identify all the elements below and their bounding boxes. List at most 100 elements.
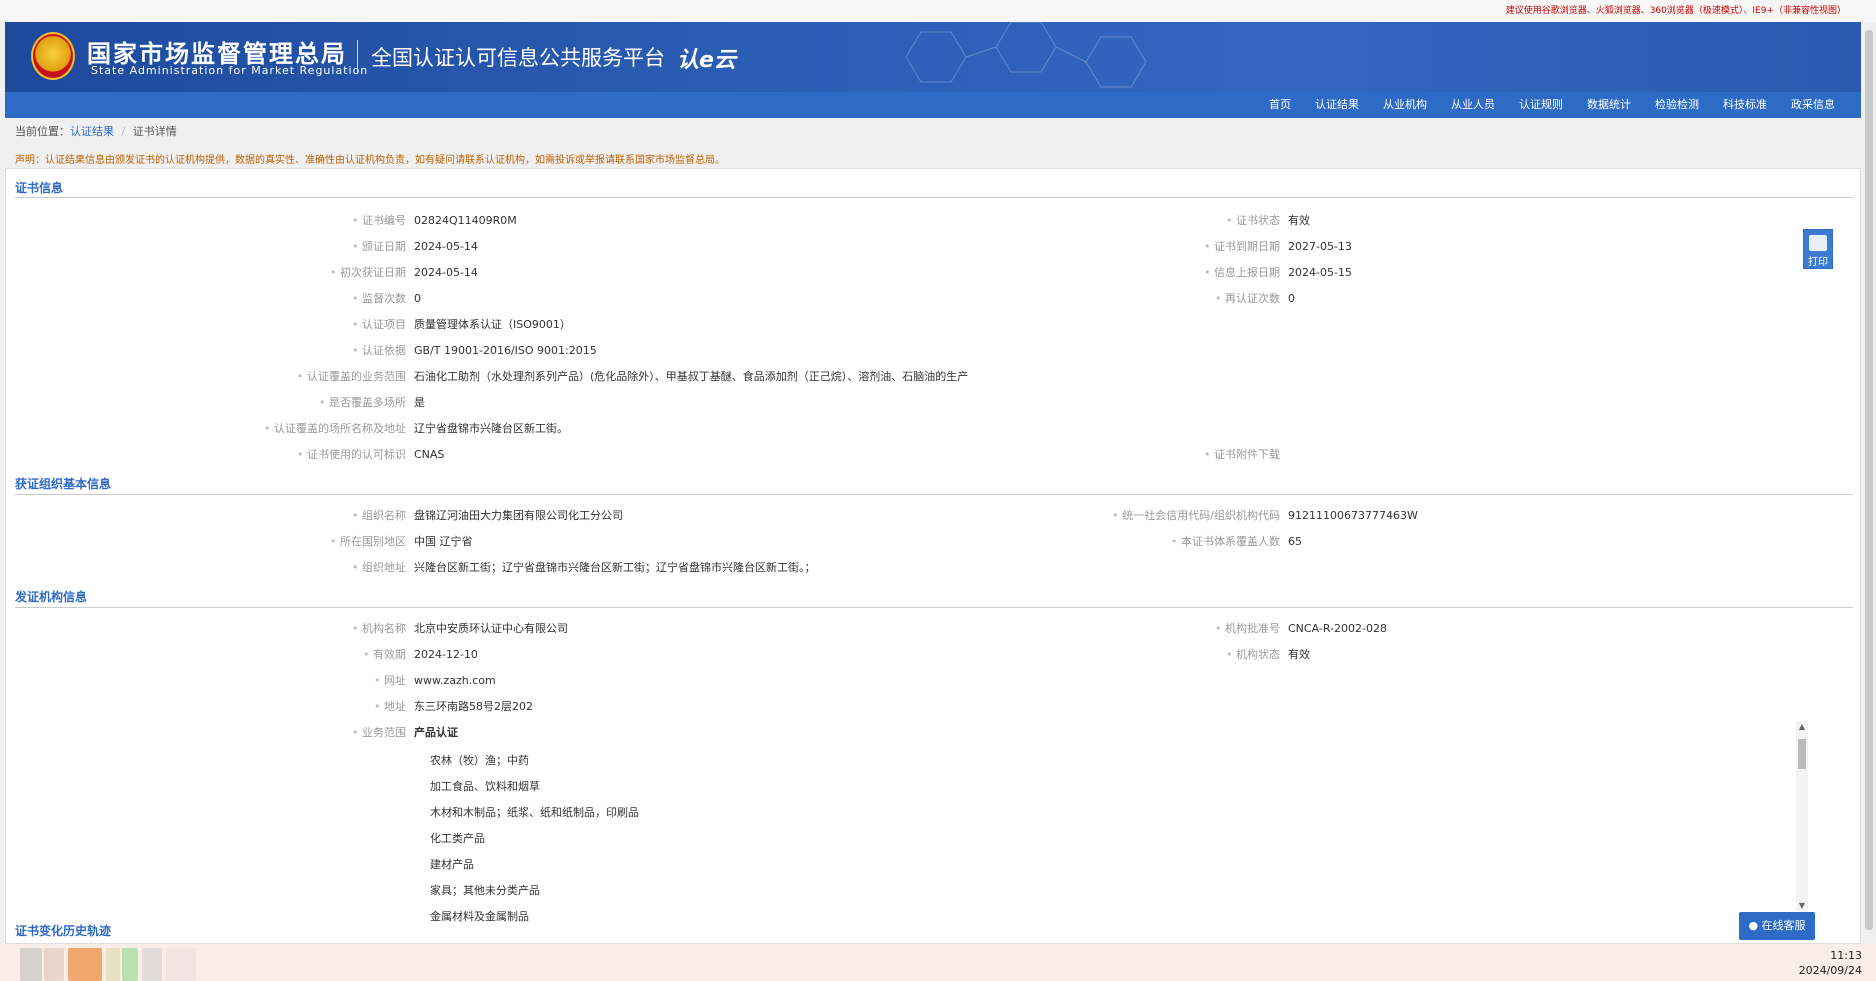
field-value: 有效	[1288, 214, 1310, 227]
system-clock[interactable]: 11:13 2024/09/24	[1799, 948, 1862, 978]
issuer-website-link[interactable]: www.zazh.com	[414, 673, 496, 689]
field-value: 是	[414, 396, 425, 409]
field-value: CNCA-R-2002-028	[1288, 622, 1387, 635]
platform-title: 全国认证认可信息公共服务平台	[371, 46, 665, 70]
nav-statistics[interactable]: 数据统计	[1575, 92, 1643, 118]
disclaimer-notice: 声明：认证结果信息由颁发证书的认证机构提供，数据的真实性、准确性由认证机构负责，…	[15, 155, 725, 166]
print-button[interactable]: 打印	[1803, 229, 1833, 269]
field-label: 网址	[6, 673, 406, 689]
field-label: 业务范围	[6, 725, 406, 741]
field-label: 组织名称	[6, 508, 406, 524]
field-label: 机构批准号	[906, 621, 1280, 637]
field-value: 2024-05-15	[1288, 266, 1352, 279]
field-label: 证书使用的认可标识	[6, 447, 406, 463]
taskbar-app-icon[interactable]	[106, 948, 120, 981]
nav-rules[interactable]: 认证规则	[1507, 92, 1575, 118]
breadcrumb-prefix: 当前位置：	[15, 125, 70, 138]
taskbar-app-icon[interactable]	[122, 948, 138, 981]
field-label: 统一社会信用代码/组织机构代码	[906, 508, 1280, 524]
section-title-cert: 证书信息	[15, 181, 64, 195]
section-divider	[15, 607, 1853, 608]
field-value: CNAS	[414, 448, 445, 461]
field-label: 认证覆盖的业务范围	[6, 369, 406, 385]
field-label: 是否覆盖多场所	[6, 395, 406, 411]
header-divider	[357, 40, 358, 74]
nav-cert-results[interactable]: 认证结果	[1303, 92, 1371, 118]
field-label: 信息上报日期	[906, 265, 1280, 281]
taskbar-app-icon[interactable]	[142, 948, 162, 981]
list-item: 建材产品	[430, 858, 474, 871]
field-value: 盘锦辽河油田大力集团有限公司化工分公司	[414, 509, 623, 522]
field-value: 质量管理体系认证（ISO9001）	[414, 318, 571, 331]
nav-standards[interactable]: 科技标准	[1711, 92, 1779, 118]
breadcrumb-separator: /	[121, 125, 126, 138]
nav-procurement[interactable]: 政采信息	[1779, 92, 1847, 118]
field-value: 2027-05-13	[1288, 240, 1352, 253]
section-title-history: 证书变化历史轨迹	[15, 924, 112, 938]
breadcrumb: 当前位置：认证结果 / 证书详情	[15, 123, 177, 139]
field-label: 所在国别地区	[6, 534, 406, 550]
field-label: 组织地址	[6, 560, 406, 576]
scroll-up-arrow-icon[interactable]: ▲	[1797, 722, 1807, 732]
field-value: 有效	[1288, 648, 1310, 661]
clock-date: 2024/09/24	[1798, 964, 1862, 977]
field-value: 91211100673777463W	[1288, 509, 1418, 522]
field-label: 有效期	[6, 647, 406, 663]
browser-recommendation: 建议使用谷歌浏览器、火狐浏览器、360浏览器（极速模式）、IE9+（非兼容性视图…	[0, 0, 1876, 22]
field-label: 机构名称	[6, 621, 406, 637]
breadcrumb-current: 证书详情	[132, 125, 177, 138]
list-item: 农林（牧）渔；中药	[430, 754, 529, 767]
business-scope-list[interactable]: 农林（牧）渔；中药 加工食品、饮料和烟草 木材和木制品；纸浆、纸和纸制品，印刷品…	[416, 724, 1816, 924]
field-value: 2024-12-10	[414, 648, 478, 661]
nav-personnel[interactable]: 从业人员	[1439, 92, 1507, 118]
section-divider	[15, 197, 1853, 198]
section-divider	[15, 494, 1853, 495]
taskbar-app-icon[interactable]	[166, 948, 196, 981]
taskbar-app-icon[interactable]	[68, 948, 102, 981]
print-label: 打印	[1808, 257, 1828, 268]
field-label: 证书到期日期	[906, 239, 1280, 255]
section-title-issuer: 发证机构信息	[15, 590, 88, 604]
field-value: 0	[1288, 292, 1295, 305]
field-label: 初次获证日期	[6, 265, 406, 281]
nav-institutions[interactable]: 从业机构	[1371, 92, 1439, 118]
list-item: 化工类产品	[430, 832, 485, 845]
field-label: 证书状态	[906, 213, 1280, 229]
field-label: 本证书体系覆盖人数	[906, 534, 1280, 550]
header-decoration	[905, 22, 1147, 88]
renzheng-cloud-logo: 认e云	[677, 48, 736, 73]
breadcrumb-link-results[interactable]: 认证结果	[70, 125, 114, 138]
site-header: 国家市场监督管理总局 State Administration for Mark…	[5, 22, 1861, 92]
taskbar-app-icon[interactable]	[44, 948, 64, 981]
printer-icon	[1809, 235, 1827, 251]
field-label: 颁证日期	[6, 239, 406, 255]
nav-testing[interactable]: 检验检测	[1643, 92, 1711, 118]
taskbar-app-icon[interactable]	[20, 948, 42, 981]
field-value: 北京中安质环认证中心有限公司	[414, 622, 568, 635]
scroll-down-arrow-icon[interactable]: ▼	[1797, 901, 1807, 911]
list-item: 木材和木制品；纸浆、纸和纸制品，印刷品	[430, 806, 639, 819]
field-value: 石油化工助剂（水处理剂系列产品）(危化品除外）、甲基叔丁基醚、食品添加剂（正己烷…	[414, 370, 969, 383]
page-scrollbar[interactable]	[1862, 22, 1876, 944]
field-value: 中国 辽宁省	[414, 535, 473, 548]
section-title-org: 获证组织基本信息	[15, 477, 112, 491]
list-item: 家具；其他未分类产品	[430, 884, 540, 897]
field-label: 认证覆盖的场所名称及地址	[6, 421, 406, 437]
field-label: 再认证次数	[906, 291, 1280, 307]
list-item: 金属材料及金属制品	[430, 910, 529, 923]
field-value: 2024-05-14	[414, 240, 478, 253]
field-label: 认证依据	[6, 343, 406, 359]
field-label: 证书编号	[6, 213, 406, 229]
national-emblem-icon	[31, 32, 75, 80]
field-value: 2024-05-14	[414, 266, 478, 279]
page-scroll-thumb[interactable]	[1865, 30, 1873, 930]
field-value: 65	[1288, 535, 1302, 548]
field-value: 东三环南路58号2层202	[414, 700, 533, 713]
org-name-en: State Administration for Market Regulati…	[91, 64, 369, 77]
field-value: GB/T 19001-2016/ISO 9001:2015	[414, 344, 597, 357]
scope-scroll-thumb[interactable]	[1798, 739, 1806, 769]
online-service-button[interactable]: 在线客服	[1739, 912, 1815, 940]
nav-home[interactable]: 首页	[1257, 92, 1303, 118]
main-nav: 首页 认证结果 从业机构 从业人员 认证规则 数据统计 检验检测 科技标准 政采…	[5, 92, 1861, 118]
list-item: 加工食品、饮料和烟草	[430, 780, 540, 793]
